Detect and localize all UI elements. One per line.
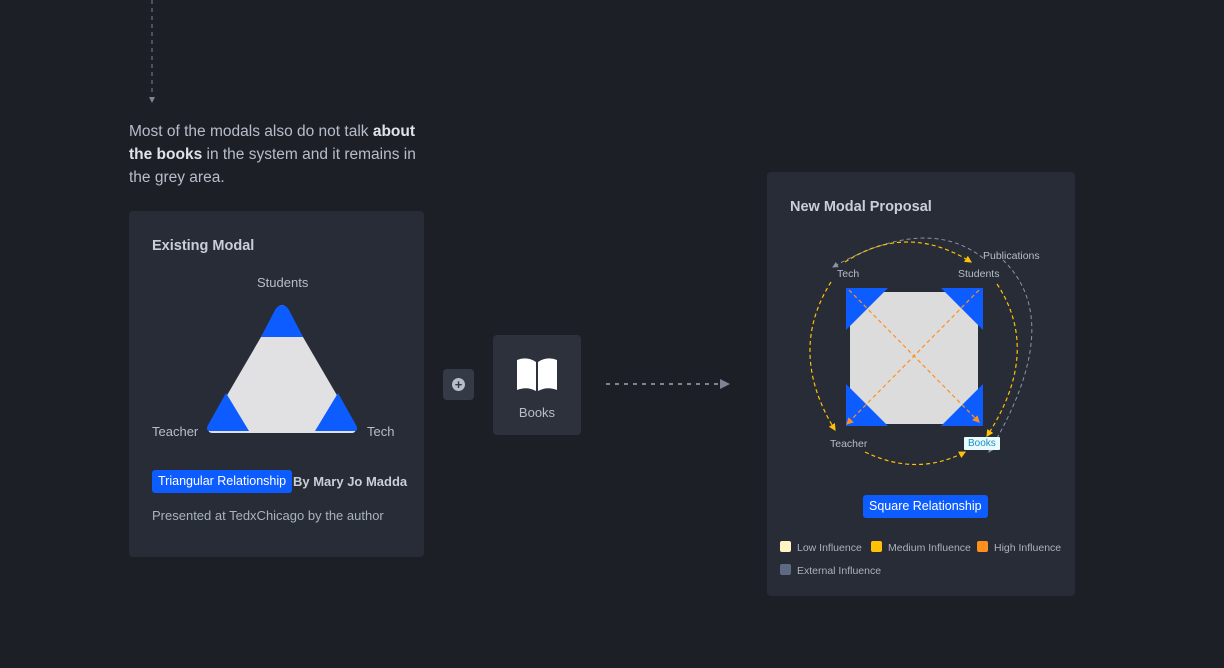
- open-book-icon: [517, 358, 557, 391]
- triangle-corner-top: [261, 305, 303, 337]
- vertex-label-students: Students: [257, 275, 309, 290]
- node-label-teacher: Teacher: [830, 438, 868, 450]
- new-modal-card: New Modal Proposal Tech Students Publica…: [767, 172, 1075, 596]
- existing-modal-card: Existing Modal Students Teacher Tech Tri…: [129, 211, 424, 557]
- legend-low-influence: Low Influence: [780, 541, 862, 554]
- presented-note: Presented at TedxChicago by the author: [152, 508, 384, 523]
- legend-swatch-external: [780, 564, 791, 575]
- plus-circle-icon: +: [452, 378, 465, 391]
- node-label-tech: Tech: [837, 268, 860, 280]
- legend-external-influence: External Influence: [780, 564, 881, 577]
- top-connector: [149, 0, 155, 103]
- node-label-books: Books: [964, 437, 1000, 450]
- triangle-diagram: [206, 305, 358, 433]
- square-relationship-tag: Square Relationship: [863, 495, 988, 518]
- add-button[interactable]: +: [443, 369, 474, 400]
- vertex-label-tech: Tech: [367, 424, 395, 439]
- node-label-students: Students: [958, 268, 1000, 280]
- node-label-publications: Publications: [983, 250, 1040, 262]
- legend-high-influence: High Influence: [977, 541, 1061, 554]
- books-card: Books: [493, 335, 581, 435]
- existing-modal-title: Existing Modal: [152, 238, 255, 254]
- influence-arc-students-books: [986, 283, 1018, 438]
- square-body: [850, 292, 978, 424]
- intro-text: Most of the modals also do not talk abou…: [129, 123, 416, 186]
- books-label: Books: [518, 405, 556, 420]
- legend-swatch-medium: [871, 541, 882, 552]
- legend-swatch-low: [780, 541, 791, 552]
- legend-swatch-high: [977, 541, 988, 552]
- legend-medium-influence: Medium Influence: [871, 541, 971, 554]
- influence-arc-teacher-books: [864, 451, 967, 465]
- vertex-label-teacher: Teacher: [152, 424, 199, 439]
- influence-arc-tech-students: [844, 241, 973, 263]
- author-credit: By Mary Jo Madda: [293, 474, 408, 489]
- triangular-relationship-tag: Triangular Relationship: [152, 470, 293, 493]
- influence-arc-tech-teacher: [809, 281, 836, 432]
- proposal-arrow: [606, 379, 730, 389]
